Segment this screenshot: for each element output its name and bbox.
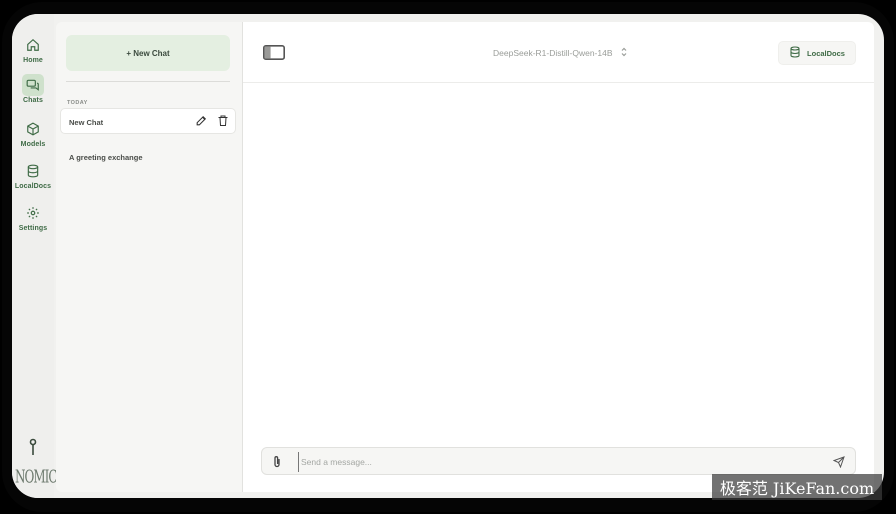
cube-icon [22,118,44,140]
paperclip-icon[interactable] [272,455,282,473]
localdocs-label: LocalDocs [807,48,845,58]
home-icon [22,34,44,56]
message-input[interactable] [298,452,823,472]
rail-item-settings[interactable]: Settings [12,202,54,242]
send-icon[interactable] [832,455,845,473]
rail-item-localdocs[interactable]: LocalDocs [12,160,54,200]
sidebar-divider [66,81,230,82]
top-bar: DeepSeek-R1-Distill-Qwen-14B LocalDocs [243,22,874,83]
rail-label: Settings [18,225,48,232]
pin-icon [26,438,40,461]
sidebar-toggle-icon[interactable] [263,45,285,65]
chat-sidebar: + New Chat TODAY New Chat A greeting exc… [56,22,243,492]
nomic-logo: NOMIC [15,466,58,487]
chat-main: DeepSeek-R1-Distill-Qwen-14B LocalDocs [243,22,874,492]
rail-label: LocalDocs [14,183,52,190]
section-label-today: TODAY [67,100,88,106]
chat-title: New Chat [69,118,104,127]
edit-icon[interactable] [195,114,208,132]
message-composer [261,447,856,475]
rail-label: Home [23,57,43,64]
chat-list-item[interactable]: A greeting exchange [69,153,143,162]
nav-rail: Home Chats Models LocalDocs Settings NOM… [12,14,58,498]
rail-item-home[interactable]: Home [12,34,54,74]
chats-icon [22,74,44,96]
database-icon [789,46,801,60]
model-name: DeepSeek-R1-Distill-Qwen-14B [493,48,613,58]
site-watermark: 极客范 JiKeFan.com [712,474,882,500]
model-selector[interactable]: DeepSeek-R1-Distill-Qwen-14B [493,47,627,59]
localdocs-button[interactable]: LocalDocs [778,41,856,65]
rail-label: Chats [23,97,43,104]
database-icon [22,160,44,182]
rail-item-chats[interactable]: Chats [12,74,54,114]
chat-list-item-selected[interactable]: New Chat [60,108,236,134]
rail-label: Models [20,141,46,148]
updown-chevron-icon [621,47,627,59]
new-chat-button[interactable]: + New Chat [66,35,230,71]
app-window: Home Chats Models LocalDocs Settings NOM… [12,14,884,498]
gear-icon [22,202,44,224]
trash-icon[interactable] [217,114,229,132]
rail-item-models[interactable]: Models [12,118,54,158]
